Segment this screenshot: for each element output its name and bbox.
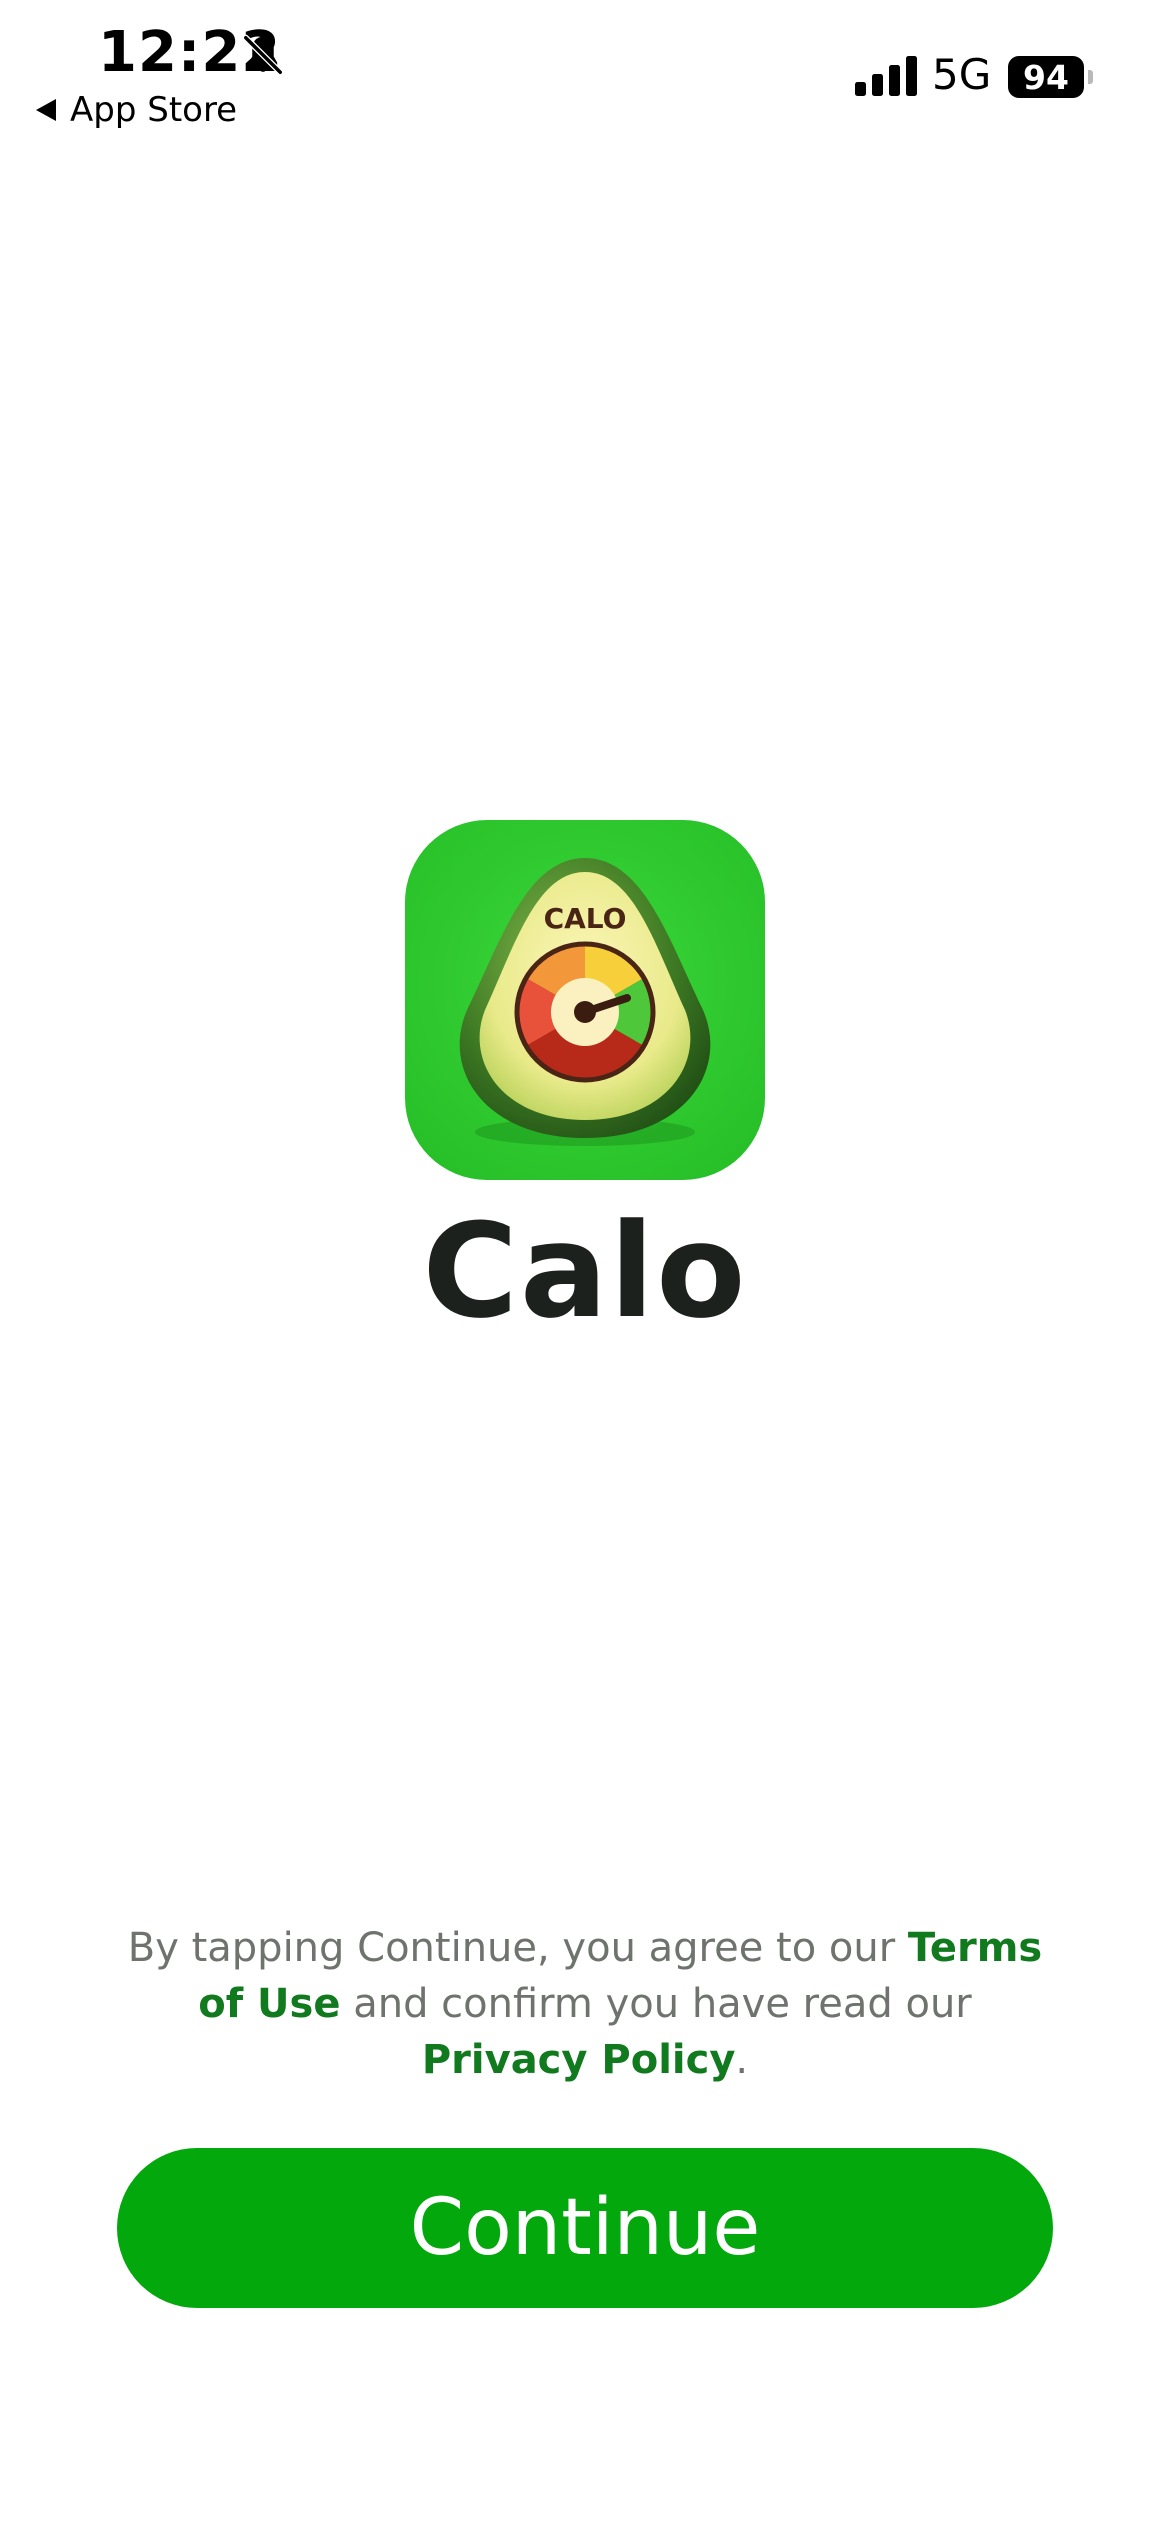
signal-icon xyxy=(855,56,917,96)
battery-icon: 94 xyxy=(1008,56,1084,98)
back-to-app-store[interactable]: App Store xyxy=(36,90,237,130)
battery-level: 94 xyxy=(1023,57,1069,97)
bell-slash-icon xyxy=(242,34,284,76)
legal-text-part3: . xyxy=(735,2037,749,2083)
back-app-label: App Store xyxy=(70,90,238,130)
continue-button[interactable]: Continue xyxy=(117,2148,1053,2308)
legal-text-part2: and confirm you have read our xyxy=(340,1981,972,2027)
network-type: 5G xyxy=(932,50,992,99)
app-name: Calo xyxy=(422,1195,748,1347)
svg-text:CALO: CALO xyxy=(544,902,627,935)
back-arrow-icon xyxy=(36,99,56,121)
battery-cap xyxy=(1088,70,1093,84)
legal-text-part1: By tapping Continue, you agree to our xyxy=(127,1925,908,1971)
app-logo-icon: CALO xyxy=(405,820,765,1180)
privacy-policy-link[interactable]: Privacy Policy xyxy=(422,2037,736,2083)
legal-consent-text: By tapping Continue, you agree to our Te… xyxy=(110,1920,1060,2088)
